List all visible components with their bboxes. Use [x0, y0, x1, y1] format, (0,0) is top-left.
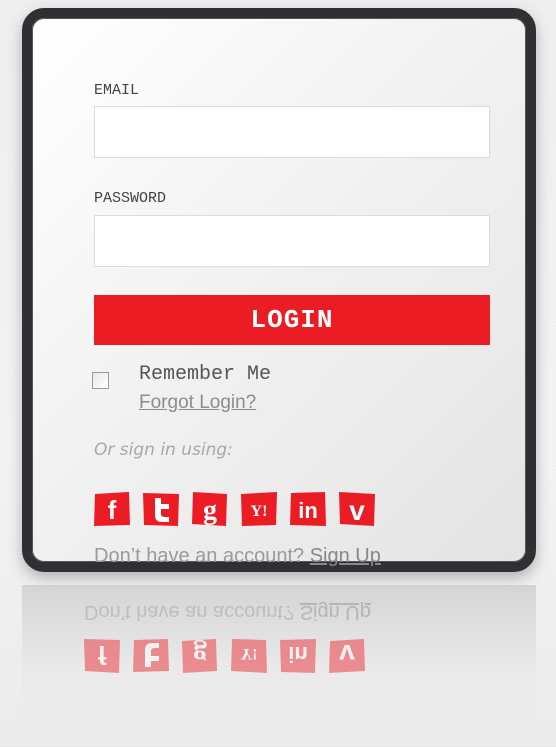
password-field[interactable] — [94, 215, 490, 267]
signup-link[interactable]: Sign Up — [310, 545, 381, 567]
svg-text:g: g — [203, 495, 217, 526]
login-button[interactable]: LOGIN — [94, 295, 490, 345]
reflected-twitter-icon — [131, 637, 171, 675]
svg-text:v: v — [349, 495, 365, 526]
reflected-facebook-icon: f — [82, 637, 122, 675]
svg-text:f: f — [98, 640, 107, 670]
reflected-social-icons: f g Y! in v — [82, 637, 367, 675]
login-panel: EMAIL PASSWORD LOGIN Remember Me Forgot … — [22, 8, 536, 572]
forgot-login-link[interactable]: Forgot Login? — [139, 390, 271, 416]
password-label: PASSWORD — [94, 190, 167, 207]
svg-text:in: in — [288, 642, 308, 667]
social-icons: f g Y! in v — [92, 490, 377, 528]
signup-line: Don’t have an account? Sign Up — [94, 545, 381, 568]
panel-reflection: f g Y! in v Don’t have an account? Sign … — [22, 585, 536, 735]
svg-text:in: in — [298, 498, 318, 523]
yahoo-icon[interactable]: Y! — [239, 490, 279, 528]
svg-text:g: g — [193, 639, 207, 670]
reflected-signup-link: Sign Up — [299, 601, 371, 623]
svg-text:Y!: Y! — [241, 645, 258, 662]
signup-prompt: Don’t have an account? — [94, 545, 305, 567]
google-icon[interactable]: g — [190, 490, 230, 528]
reflection-content: f g Y! in v Don’t have an account? Sign … — [74, 585, 494, 735]
reflected-signup-prompt: Don’t have an account? — [84, 601, 295, 623]
reflected-linkedin-icon: in — [278, 637, 318, 675]
remember-checkbox[interactable] — [92, 372, 109, 389]
svg-text:v: v — [339, 639, 355, 670]
alt-signin-label: Or sign in using: — [94, 440, 233, 460]
reflected-signup-line: Don’t have an account? Sign Up — [84, 600, 371, 623]
twitter-icon[interactable] — [141, 490, 181, 528]
svg-text:Y!: Y! — [251, 503, 268, 520]
remember-label: Remember Me — [139, 363, 272, 386]
remember-row: Remember Me Forgot Login? — [92, 362, 271, 416]
email-label: EMAIL — [94, 82, 140, 99]
facebook-icon[interactable]: f — [92, 490, 132, 528]
reflected-google-icon: g — [180, 637, 220, 675]
linkedin-icon[interactable]: in — [288, 490, 328, 528]
reflected-yahoo-icon: Y! — [229, 637, 269, 675]
email-field[interactable] — [94, 106, 490, 158]
remember-text: Remember Me Forgot Login? — [139, 362, 271, 416]
reflected-vimeo-icon: v — [327, 637, 367, 675]
vimeo-icon[interactable]: v — [337, 490, 377, 528]
svg-text:f: f — [108, 495, 117, 525]
